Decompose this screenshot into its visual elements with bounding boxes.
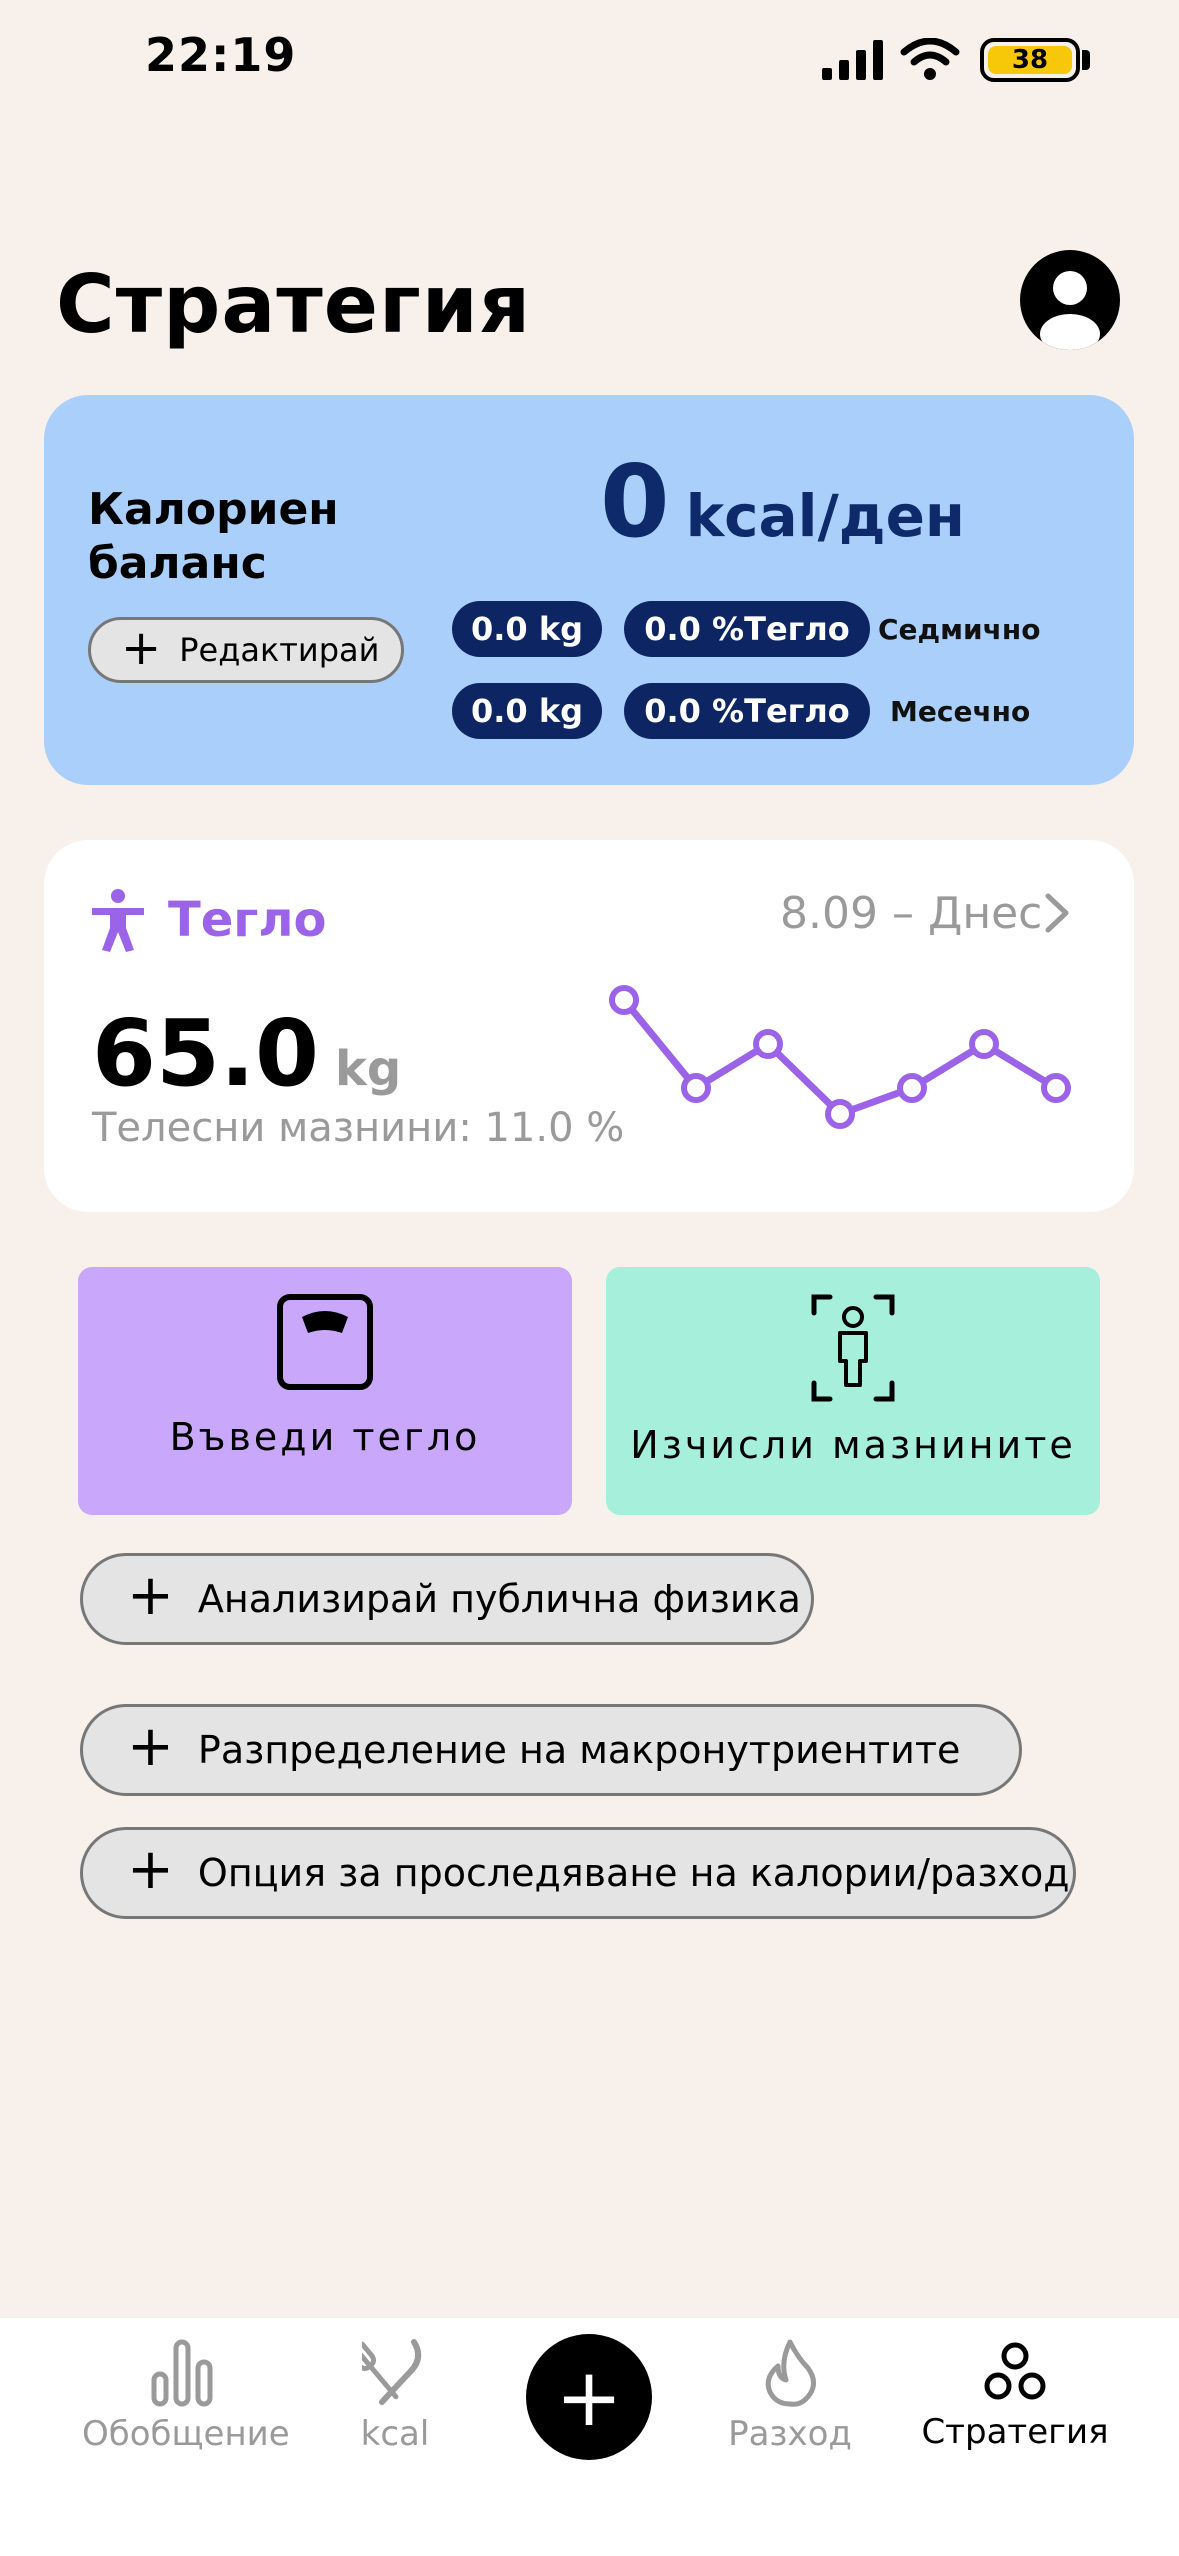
edit-button[interactable]: + Редактирай bbox=[88, 617, 404, 683]
monthly-label: Месечно bbox=[890, 695, 1031, 728]
nav-item-strategy[interactable]: Стратегия bbox=[900, 2340, 1130, 2452]
weight-trend-sparkline bbox=[609, 985, 1071, 1129]
monthly-pct-pill: 0.0 %Тегло bbox=[624, 683, 870, 739]
nav-item-summary[interactable]: Обобщение bbox=[82, 2338, 290, 2454]
page-title: Стратегия bbox=[56, 258, 532, 351]
enter-weight-tile[interactable]: Въведи тегло bbox=[78, 1267, 572, 1515]
nav-label-expenditure: Разход bbox=[728, 2414, 852, 2454]
cellular-signal-icon bbox=[822, 40, 883, 80]
weekly-pct-pill: 0.0 %Тегло bbox=[624, 601, 870, 657]
weight-card[interactable]: Тегло 8.09 – Днес 65.0 kg Телесни мазнин… bbox=[44, 840, 1134, 1212]
nav-label-strategy: Стратегия bbox=[921, 2412, 1109, 2452]
weekly-kg-pill: 0.0 kg bbox=[452, 601, 602, 657]
tracking-option-label: Опция за проследяване на калории/разход bbox=[197, 1851, 1070, 1895]
add-button[interactable]: + bbox=[526, 2334, 652, 2460]
plus-icon: + bbox=[127, 1563, 174, 1628]
battery-tip bbox=[1082, 50, 1090, 70]
weight-value: 65.0 kg bbox=[92, 1000, 401, 1107]
chevron-right-icon bbox=[1045, 893, 1069, 933]
circles-icon bbox=[984, 2342, 1046, 2400]
plus-icon: + bbox=[127, 1837, 174, 1902]
tracking-option-button[interactable]: + Опция за проследяване на калории/разхо… bbox=[80, 1827, 1076, 1919]
weight-unit: kg bbox=[335, 1041, 402, 1097]
accessibility-figure-icon bbox=[92, 889, 144, 952]
fork-knife-icon bbox=[362, 2339, 422, 2405]
macro-distribution-label: Разпределение на макронутриентите bbox=[197, 1728, 961, 1772]
nav-item-kcal[interactable]: kcal bbox=[330, 2338, 460, 2454]
nav-label-summary: Обобщение bbox=[82, 2414, 290, 2454]
monthly-kg-pill: 0.0 kg bbox=[452, 683, 602, 739]
weekly-label: Седмично bbox=[878, 613, 1041, 646]
calorie-balance-value: 0 kcal/ден bbox=[600, 443, 965, 560]
analyze-physique-button[interactable]: + Анализирай публична физика bbox=[80, 1553, 814, 1645]
person-icon bbox=[1040, 271, 1100, 350]
plus-icon: + bbox=[121, 620, 162, 676]
nav-item-expenditure[interactable]: Разход bbox=[710, 2338, 870, 2454]
body-scan-icon bbox=[811, 1294, 895, 1402]
battery-level: 38 bbox=[988, 45, 1072, 75]
calorie-balance-card: Калориен баланс + Редактирай 0 kcal/ден … bbox=[44, 395, 1134, 785]
nav-label-kcal: kcal bbox=[360, 2414, 430, 2454]
kcal-number: 0 bbox=[600, 443, 670, 560]
calorie-balance-title: Калориен баланс bbox=[88, 484, 339, 589]
weight-date-range: 8.09 – Днес bbox=[780, 888, 1043, 939]
wifi-icon bbox=[900, 38, 960, 80]
weight-number: 65.0 bbox=[92, 1000, 319, 1107]
flame-icon bbox=[765, 2339, 816, 2407]
plus-icon: + bbox=[555, 2350, 623, 2444]
calculate-fat-label: Изчисли мазнините bbox=[630, 1423, 1076, 1467]
enter-weight-label: Въведи тегло bbox=[169, 1415, 481, 1459]
calculate-fat-tile[interactable]: Изчисли мазнините bbox=[606, 1267, 1100, 1515]
profile-avatar-button[interactable] bbox=[1020, 250, 1120, 350]
kcal-unit: kcal/ден bbox=[685, 482, 966, 550]
status-time: 22:19 bbox=[145, 28, 297, 82]
bar-chart-icon bbox=[151, 2339, 213, 2407]
edit-label: Редактирай bbox=[179, 631, 380, 669]
scale-icon bbox=[277, 1294, 373, 1390]
weight-title: Тегло bbox=[168, 892, 327, 948]
battery-icon: 38 bbox=[980, 38, 1080, 82]
plus-icon: + bbox=[127, 1714, 174, 1779]
body-fat-text: Телесни мазнини: 11.0 % bbox=[92, 1105, 625, 1151]
analyze-physique-label: Анализирай публична физика bbox=[197, 1577, 801, 1621]
macro-distribution-button[interactable]: + Разпределение на макронутриентите bbox=[80, 1704, 1022, 1796]
